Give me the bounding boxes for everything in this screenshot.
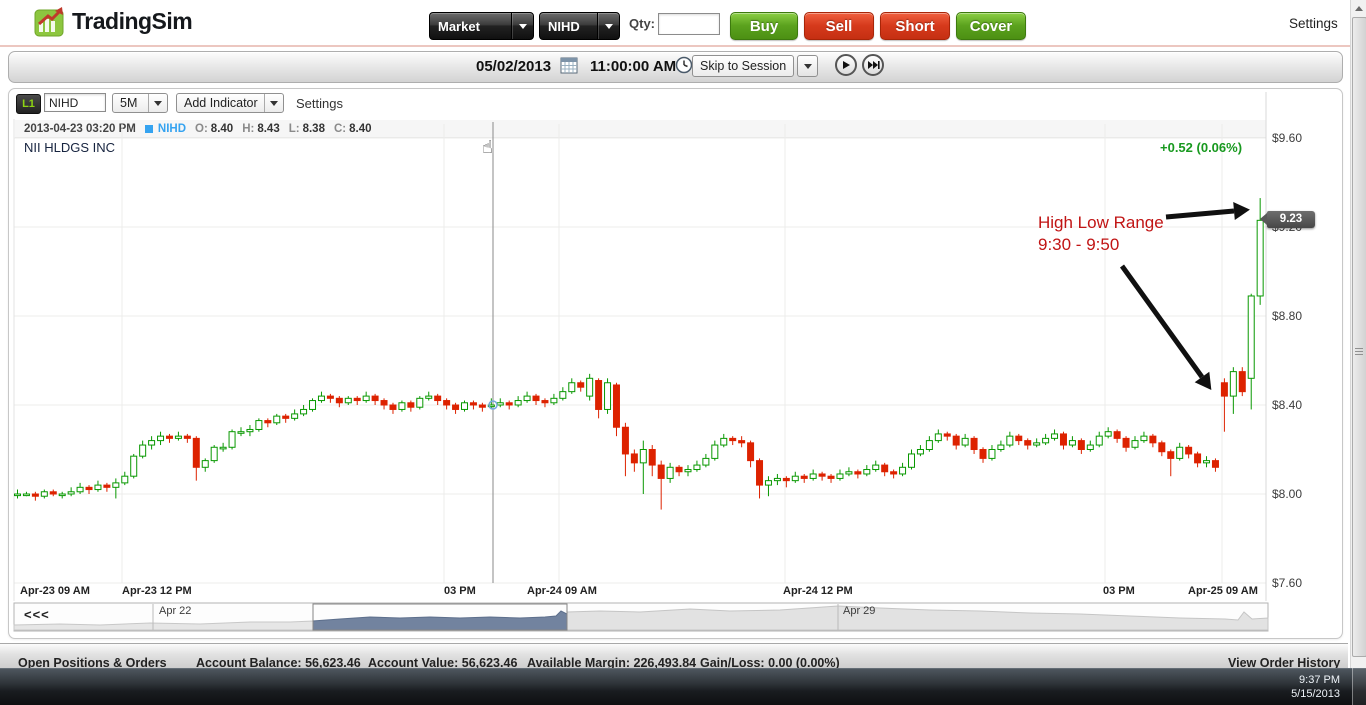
qty-label: Qty: [629,16,655,31]
y-axis-label: $8.00 [1272,487,1302,501]
chart-panel [8,88,1343,639]
chart-symbol-input[interactable] [44,93,106,112]
taskbar-clock[interactable]: 9:37 PM 5/15/2013 [1280,673,1340,701]
x-axis-label: Apr-25 09 AM [1188,585,1258,597]
close-label: C: [334,123,346,135]
low-value: 8.38 [303,123,325,135]
navigator-date-label: Apr 22 [159,605,191,617]
chevron-down-icon [804,64,812,69]
low-label: L: [289,123,300,135]
tradingsim-logo[interactable]: TradingSim [34,6,192,37]
x-axis-label: Apr-24 09 AM [527,585,597,597]
windows-taskbar: e [0,668,1366,705]
x-axis-label: Apr-23 12 PM [122,585,192,597]
skip-session-arrow-button[interactable] [797,55,818,77]
x-axis-label: 03 PM [444,585,476,597]
x-axis-label: Apr-24 12 PM [783,585,853,597]
chevron-up-icon [1355,6,1363,11]
sim-time: 11:00:00 AM [590,58,676,75]
chevron-down-icon[interactable] [597,13,619,39]
price-change-label: +0.52 (0.06%) [1160,140,1242,155]
calendar-icon[interactable] [560,56,578,74]
tradingsim-app: TradingSim Market NIHD Qty: Buy Sell Sho… [0,0,1366,705]
page-scrollbar[interactable] [1350,0,1366,668]
play-button[interactable] [835,54,857,76]
fast-forward-button[interactable] [862,54,884,76]
chart-level-badge: L1 [16,94,41,114]
navigator-back-button[interactable]: <<< [24,607,50,622]
ohlc-symbol: NIHD [158,123,186,135]
sell-button-label: Sell [826,18,853,35]
chevron-down-icon[interactable] [511,13,533,39]
ohlc-info-bar: 2013-04-23 03:20 PM NIHD O: 8.40 H: 8.43… [15,120,1266,138]
ohlc-timestamp: 2013-04-23 03:20 PM [24,123,136,135]
high-value: 8.43 [257,123,279,135]
chart-settings-link[interactable]: Settings [296,96,343,111]
scrollbar-thumb[interactable] [1352,17,1366,657]
open-value: 8.40 [211,123,233,135]
interval-value: 5M [113,96,148,110]
chart-annotation: High Low Range 9:30 - 9:50 [1038,212,1164,256]
play-icon [841,60,851,70]
market-dropdown[interactable]: Market [429,12,534,40]
annotation-line-2: 9:30 - 9:50 [1038,234,1164,256]
y-axis-label: $8.40 [1272,398,1302,412]
show-desktop-button[interactable] [1352,668,1366,705]
skip-to-session-value: Skip to Session [700,59,786,73]
short-button-label: Short [895,18,934,35]
clock-icon[interactable] [675,56,693,74]
y-axis-label: $8.80 [1272,309,1302,323]
cover-button[interactable]: Cover [956,12,1026,40]
symbol-dropdown-value: NIHD [540,19,597,34]
sim-date: 05/02/2013 [476,58,551,75]
header-accent-line [0,45,1366,47]
clock-time: 9:37 PM [1280,673,1340,687]
series-color-swatch [145,125,153,133]
skip-to-session-select[interactable]: Skip to Session [692,55,794,77]
x-axis-label: Apr-23 09 AM [20,585,90,597]
interval-select[interactable]: 5M [112,93,168,113]
short-button[interactable]: Short [880,12,950,40]
open-label: O: [195,123,208,135]
clock-date: 5/15/2013 [1280,687,1340,701]
market-dropdown-value: Market [430,19,511,34]
x-axis-label: 03 PM [1103,585,1135,597]
close-value: 8.40 [349,123,371,135]
chevron-down-icon[interactable] [148,94,167,112]
cover-button-label: Cover [970,18,1013,35]
chevron-down-icon[interactable] [264,94,283,112]
logo-text: TradingSim [72,8,192,35]
hand-cursor-icon: ☝ [482,137,493,158]
fast-forward-icon [867,60,880,70]
scroll-up-button[interactable] [1351,0,1366,16]
annotation-line-1: High Low Range [1038,212,1164,234]
add-indicator-label: Add Indicator [177,96,264,110]
add-indicator-dropdown[interactable]: Add Indicator [176,93,284,113]
buy-button-label: Buy [750,18,778,35]
y-axis-label: $7.60 [1272,576,1302,590]
app-header: TradingSim Market NIHD Qty: Buy Sell Sho… [0,0,1366,45]
settings-link[interactable]: Settings [1289,16,1338,31]
navigator-date-label: Apr 29 [843,605,875,617]
high-label: H: [242,123,254,135]
symbol-dropdown[interactable]: NIHD [539,12,620,40]
account-status-bar: Open Positions & Orders Account Balance:… [0,643,1348,669]
scrollbar-grip [1355,348,1363,356]
qty-input[interactable] [658,13,720,35]
buy-button[interactable]: Buy [730,12,798,40]
tradingsim-logo-icon [34,6,66,37]
sell-button[interactable]: Sell [804,12,874,40]
last-price-tag: 9.23 [1267,211,1315,228]
company-name: NII HLDGS INC [24,140,115,155]
y-axis-label: $9.60 [1272,131,1302,145]
